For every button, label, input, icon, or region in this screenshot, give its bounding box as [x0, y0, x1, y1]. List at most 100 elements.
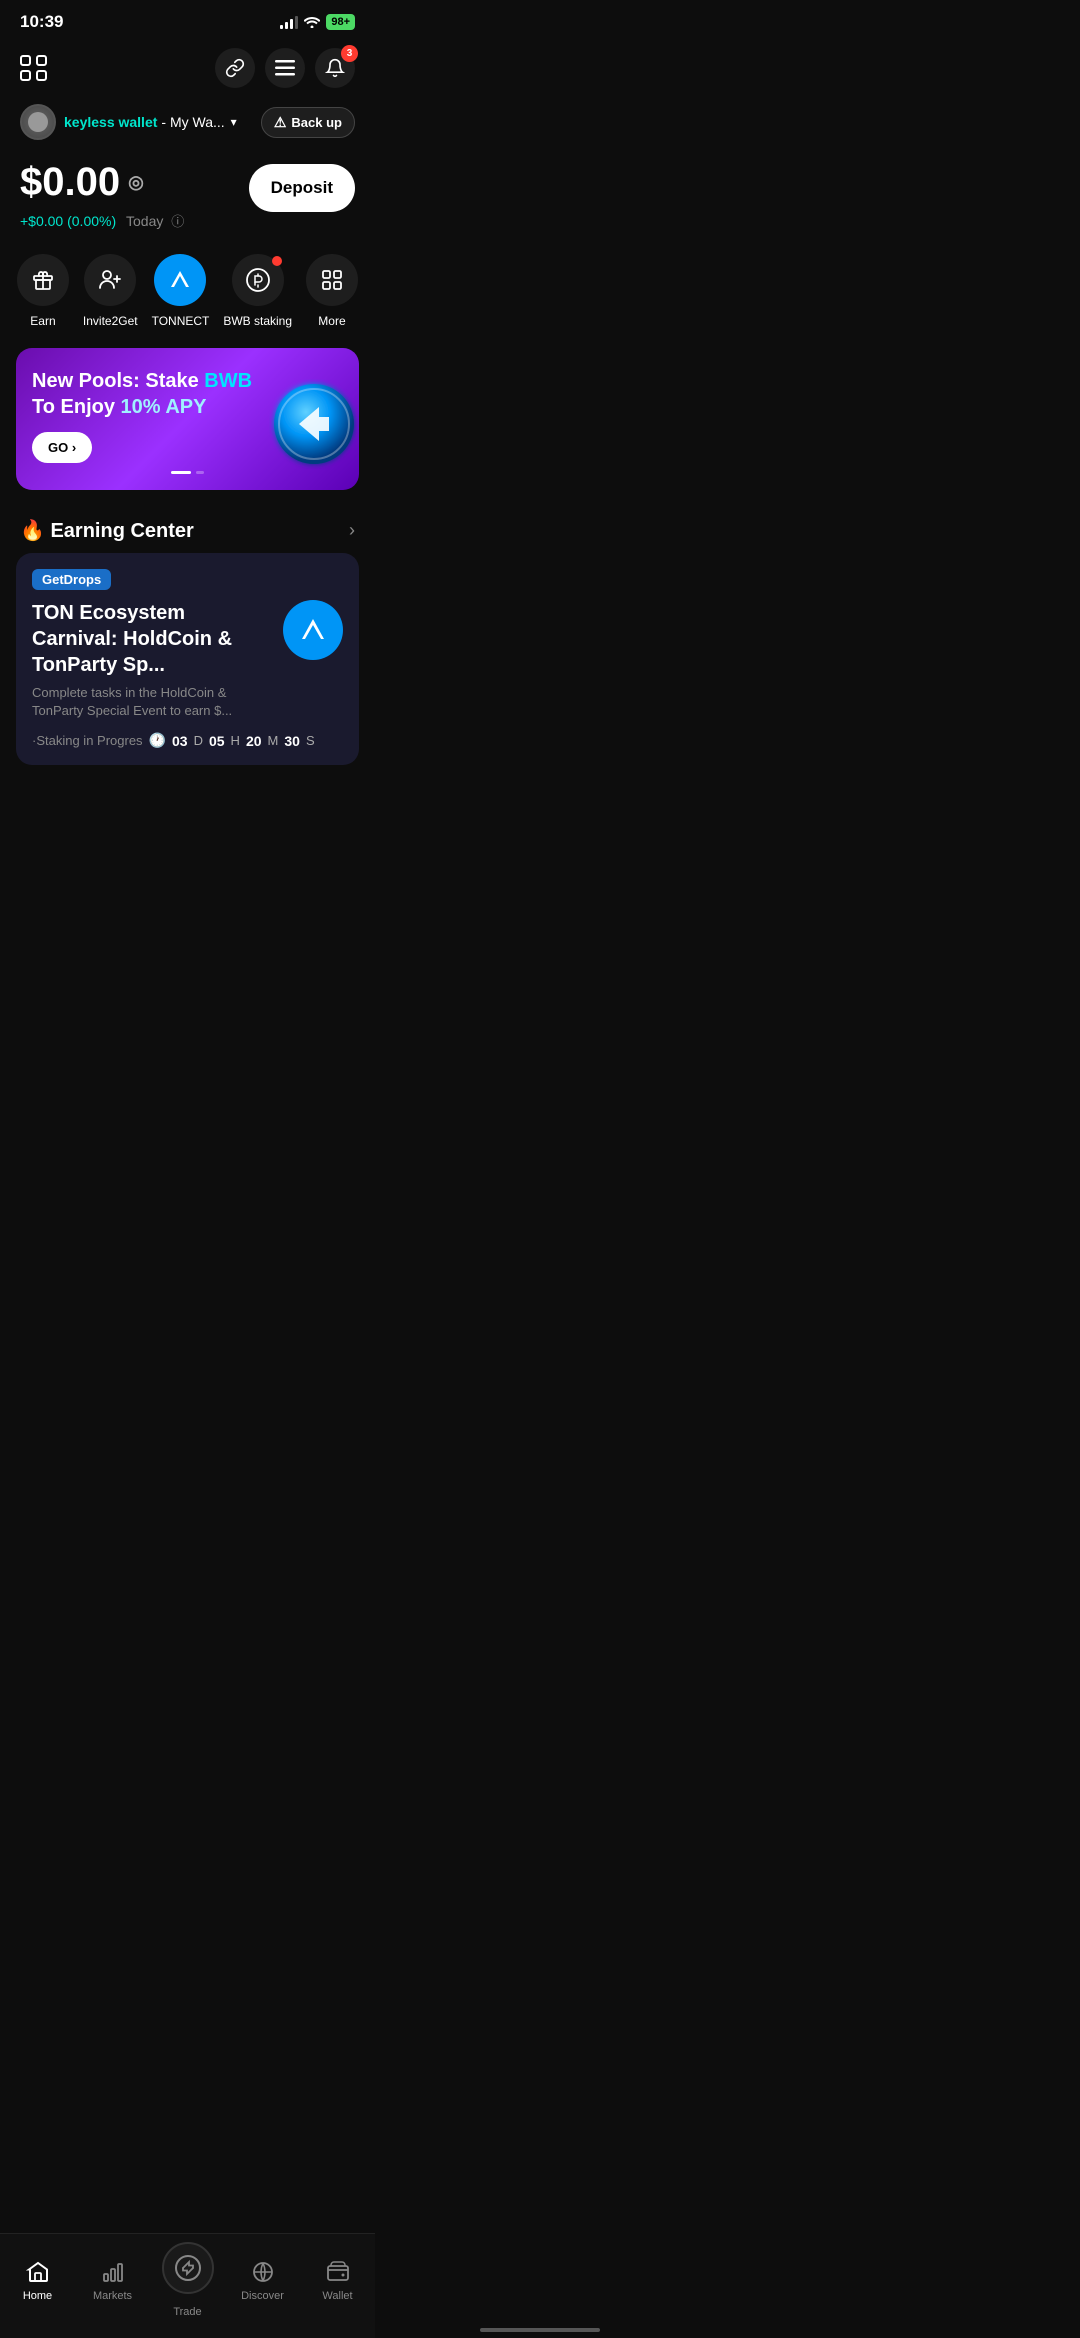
- earning-card-title: TON Ecosystem Carnival: HoldCoin & TonPa…: [32, 600, 273, 678]
- wallet-row: keyless wallet - My Wa... ▾ ⚠ Back up: [0, 100, 375, 152]
- link-button[interactable]: [215, 48, 255, 88]
- banner-dot-1: [196, 471, 204, 474]
- wallet-name-row: keyless wallet - My Wa... ▾: [64, 114, 237, 130]
- nav-home-label: Home: [23, 2290, 52, 2302]
- battery-icon: 98+: [326, 14, 355, 30]
- status-time: 10:39: [20, 12, 63, 32]
- wallet-info[interactable]: keyless wallet - My Wa... ▾: [20, 104, 237, 140]
- eye-icon[interactable]: ◎: [128, 172, 144, 193]
- wallet-name-suffix: - My Wa...: [161, 114, 224, 130]
- tonnect-label: TONNECT: [152, 314, 210, 328]
- balance-section: $0.00 ◎ +$0.00 (0.00%) Today ⓘ Deposit: [0, 152, 375, 234]
- bell-icon: [325, 57, 345, 79]
- balance-left: $0.00 ◎ +$0.00 (0.00%) Today ⓘ: [20, 160, 184, 230]
- banner-line1: New Pools: Stake: [32, 370, 204, 392]
- nav-wallet[interactable]: Wallet: [300, 2258, 375, 2302]
- discover-icon: [249, 2258, 277, 2286]
- earning-card-footer: ·Staking in Progres 🕐 03 D 05 H 20 M 30 …: [32, 732, 343, 749]
- banner-highlight2: 10% APY: [121, 396, 207, 418]
- balance-period: Today: [126, 213, 163, 229]
- banner[interactable]: New Pools: Stake BWB To Enjoy 10% APY GO…: [16, 348, 359, 490]
- earning-card-desc: Complete tasks in the HoldCoin & TonPart…: [32, 684, 273, 720]
- chevron-right-icon: ›: [349, 520, 355, 541]
- timer-days-label: D: [194, 733, 203, 748]
- balance-value: $0.00: [20, 160, 120, 205]
- earning-card[interactable]: GetDrops TON Ecosystem Carnival: HoldCoi…: [16, 553, 359, 765]
- circle-dollar-icon: [245, 267, 271, 293]
- backup-label: Back up: [291, 115, 342, 130]
- backup-button[interactable]: ⚠ Back up: [261, 107, 355, 138]
- invite2get-action[interactable]: Invite2Get: [83, 254, 138, 328]
- earning-center-title: 🔥 Earning Center: [20, 518, 194, 543]
- header: 3: [0, 40, 375, 100]
- trade-button[interactable]: [162, 2242, 214, 2294]
- wallet-icon: [324, 2258, 352, 2286]
- banner-go-button[interactable]: GO ›: [32, 432, 92, 463]
- staking-tag: ·Staking in Progres: [32, 733, 143, 748]
- tonnect-action[interactable]: TONNECT: [152, 254, 210, 328]
- earning-card-logo: [283, 600, 343, 660]
- balance-change: +$0.00 (0.00%): [20, 213, 116, 229]
- earn-action[interactable]: Earn: [17, 254, 69, 328]
- timer-secs: 30: [284, 733, 300, 749]
- info-icon: ⓘ: [171, 214, 184, 229]
- tonnect-icon: [167, 267, 193, 293]
- chart-icon: [99, 2258, 127, 2286]
- wallet-name-green: keyless wallet: [64, 114, 157, 130]
- person-add-icon: [98, 268, 122, 292]
- wifi-icon: [304, 16, 320, 28]
- nav-markets-label: Markets: [93, 2290, 132, 2302]
- earn-label: Earn: [30, 314, 55, 328]
- apps-button[interactable]: [20, 55, 48, 81]
- earn-icon-wrap: [17, 254, 69, 306]
- banner-highlight1: BWB: [204, 370, 252, 392]
- trade-icon: [174, 2254, 202, 2282]
- earning-card-content: TON Ecosystem Carnival: HoldCoin & TonPa…: [32, 600, 343, 720]
- timer-hours-label: H: [231, 733, 240, 748]
- nav-wallet-label: Wallet: [322, 2290, 352, 2302]
- tonnect-icon-wrap: [154, 254, 206, 306]
- deposit-button[interactable]: Deposit: [249, 164, 355, 212]
- timer-hours: 05: [209, 733, 225, 749]
- status-icons: 98+: [280, 14, 355, 30]
- link-icon: [225, 58, 245, 78]
- bwb-staking-icon-wrap: [232, 254, 284, 306]
- avatar: [20, 104, 56, 140]
- nav-trade[interactable]: Trade: [150, 2242, 225, 2318]
- timer-mins: 20: [246, 733, 262, 749]
- invite2get-label: Invite2Get: [83, 314, 138, 328]
- nav-trade-label: Trade: [173, 2306, 201, 2318]
- apps-icon: [20, 55, 48, 81]
- notification-badge: 3: [341, 45, 358, 62]
- more-action[interactable]: More: [306, 254, 358, 328]
- menu-button[interactable]: [265, 48, 305, 88]
- status-bar: 10:39 98+: [0, 0, 375, 40]
- grid-icon: [320, 268, 344, 292]
- notification-wrapper: 3: [315, 48, 355, 88]
- quick-actions: Earn Invite2Get TONNECT: [0, 234, 375, 336]
- nav-discover-label: Discover: [241, 2290, 284, 2302]
- invite2get-icon-wrap: [84, 254, 136, 306]
- earning-card-text: TON Ecosystem Carnival: HoldCoin & TonPa…: [32, 600, 273, 720]
- header-actions: 3: [215, 48, 355, 88]
- home-icon: [24, 2258, 52, 2286]
- nav-markets[interactable]: Markets: [75, 2258, 150, 2302]
- more-icon-wrap: [306, 254, 358, 306]
- nav-discover[interactable]: Discover: [225, 2258, 300, 2302]
- nav-home[interactable]: Home: [0, 2258, 75, 2302]
- gift-icon: [31, 268, 55, 292]
- getdrops-badge: GetDrops: [32, 569, 111, 590]
- bwb-notif-dot: [272, 256, 282, 266]
- timer-mins-label: M: [268, 733, 279, 748]
- earning-center-header[interactable]: 🔥 Earning Center ›: [0, 502, 375, 553]
- banner-coin: [269, 379, 349, 459]
- tonnect-logo-icon: [297, 614, 329, 646]
- more-label: More: [318, 314, 345, 328]
- warning-icon: ⚠: [274, 114, 287, 131]
- banner-dots: [32, 471, 343, 474]
- signal-icon: [280, 15, 298, 29]
- chevron-down-icon: ▾: [231, 115, 237, 129]
- clock-icon: 🕐: [149, 732, 166, 749]
- balance-amount: $0.00 ◎: [20, 160, 184, 205]
- bwb-staking-action[interactable]: BWB staking: [223, 254, 292, 328]
